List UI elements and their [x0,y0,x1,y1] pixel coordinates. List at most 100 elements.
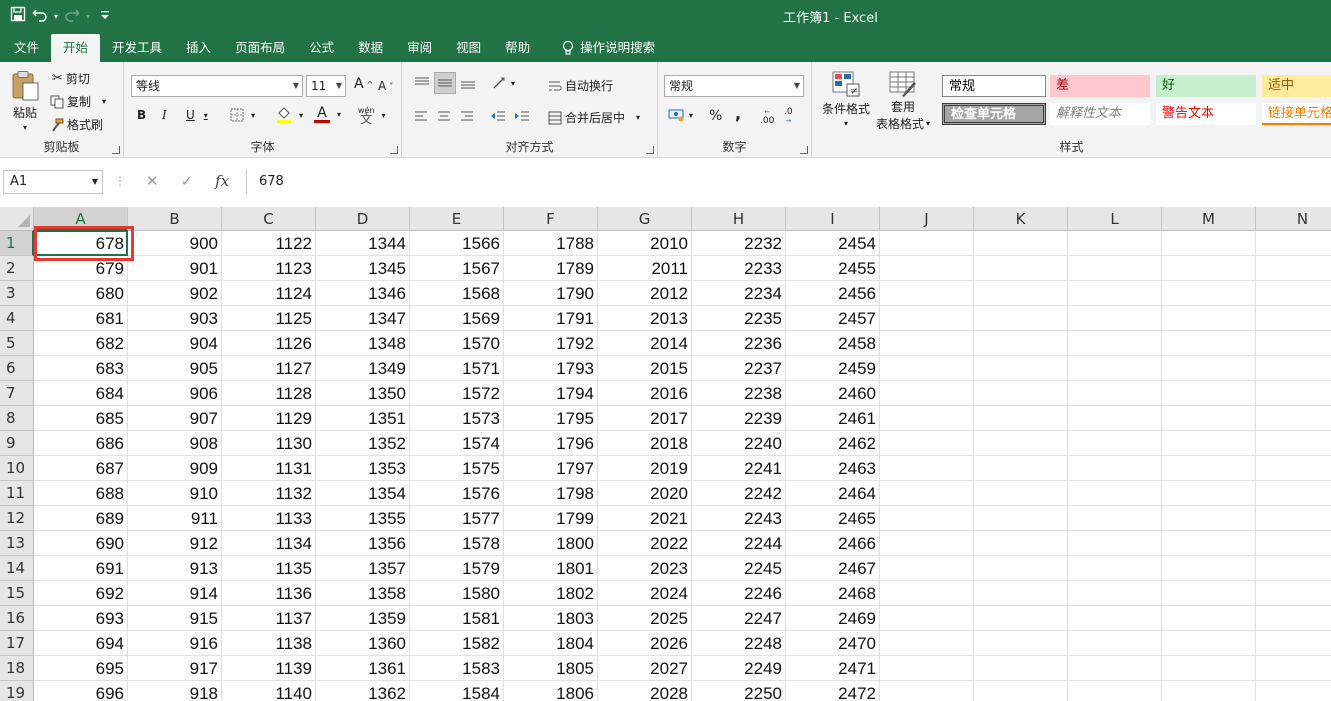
cell-d4[interactable]: 1347 [316,306,410,331]
cell-h8[interactable]: 2239 [692,406,786,431]
cell-e12[interactable]: 1577 [410,506,504,531]
row-header[interactable]: 19 [0,681,34,701]
cell-h2[interactable]: 2233 [692,256,786,281]
cell-c17[interactable]: 1138 [222,631,316,656]
cell-f17[interactable]: 1804 [504,631,598,656]
cell-f2[interactable]: 1789 [504,256,598,281]
cell-b5[interactable]: 904 [128,331,222,356]
format-as-table-button[interactable]: 套用 表格格式 ▾ [876,70,930,132]
cell-n11[interactable] [1256,481,1331,506]
row-header[interactable]: 2 [0,256,34,281]
cell-f1[interactable]: 1788 [504,231,598,256]
underline-button[interactable]: U ▾ [186,108,208,122]
cell-k6[interactable] [974,356,1068,381]
cell-c9[interactable]: 1130 [222,431,316,456]
cell-d19[interactable]: 1362 [316,681,410,701]
column-header-f[interactable]: F [504,207,598,231]
cell-h12[interactable]: 2243 [692,506,786,531]
cell-f16[interactable]: 1803 [504,606,598,631]
cell-l3[interactable] [1068,281,1162,306]
cell-d1[interactable]: 1344 [316,231,410,256]
alignment-launcher-icon[interactable] [646,146,654,154]
cell-f4[interactable]: 1791 [504,306,598,331]
orientation-dropdown-icon[interactable]: ▾ [511,79,515,88]
cell-e13[interactable]: 1578 [410,531,504,556]
column-header-h[interactable]: H [692,207,786,231]
tab-view[interactable]: 视图 [444,34,493,62]
underline-dropdown-icon[interactable]: ▾ [204,111,208,120]
cell-b16[interactable]: 915 [128,606,222,631]
format-table-dropdown-icon[interactable]: ▾ [926,119,930,128]
cell-e11[interactable]: 1576 [410,481,504,506]
fill-color-button[interactable]: ▾ [276,106,303,124]
cell-k19[interactable] [974,681,1068,701]
cell-f11[interactable]: 1798 [504,481,598,506]
row-header[interactable]: 11 [0,481,34,506]
cell-n2[interactable] [1256,256,1331,281]
cell-h11[interactable]: 2242 [692,481,786,506]
cell-g2[interactable]: 2011 [598,256,692,281]
cell-c19[interactable]: 1140 [222,681,316,701]
cell-c15[interactable]: 1136 [222,581,316,606]
cell-m17[interactable] [1162,631,1256,656]
font-size-combo[interactable]: 11 ▼ [306,75,346,97]
cell-b12[interactable]: 911 [128,506,222,531]
cell-i15[interactable]: 2468 [786,581,880,606]
cell-a17[interactable]: 694 [34,631,128,656]
cell-c16[interactable]: 1137 [222,606,316,631]
style-linked-cell[interactable]: 链接单元格 [1262,103,1331,125]
cell-l14[interactable] [1068,556,1162,581]
cell-c12[interactable]: 1133 [222,506,316,531]
cell-l10[interactable] [1068,456,1162,481]
italic-button[interactable]: I [162,108,167,122]
borders-dropdown-icon[interactable]: ▾ [251,111,255,120]
cell-g6[interactable]: 2015 [598,356,692,381]
row-header[interactable]: 1 [0,231,34,256]
cell-a13[interactable]: 690 [34,531,128,556]
cell-i12[interactable]: 2465 [786,506,880,531]
cell-b6[interactable]: 905 [128,356,222,381]
cell-l12[interactable] [1068,506,1162,531]
cell-d17[interactable]: 1360 [316,631,410,656]
comma-button[interactable]: , [735,104,741,123]
cell-b10[interactable]: 909 [128,456,222,481]
cell-n18[interactable] [1256,656,1331,681]
align-left-button[interactable] [414,110,428,122]
cell-h4[interactable]: 2235 [692,306,786,331]
cell-i6[interactable]: 2459 [786,356,880,381]
cell-h9[interactable]: 2240 [692,431,786,456]
cell-a10[interactable]: 687 [34,456,128,481]
cell-a8[interactable]: 685 [34,406,128,431]
cell-e17[interactable]: 1582 [410,631,504,656]
cell-j14[interactable] [880,556,974,581]
borders-button[interactable]: ▾ [230,108,255,122]
tab-file[interactable]: 文件 [2,34,51,62]
row-header[interactable]: 6 [0,356,34,381]
cell-b18[interactable]: 917 [128,656,222,681]
cell-k1[interactable] [974,231,1068,256]
row-header[interactable]: 4 [0,306,34,331]
cell-e19[interactable]: 1584 [410,681,504,701]
tab-help[interactable]: 帮助 [493,34,542,62]
conditional-format-button[interactable]: ≠ 条件格式 ▾ [822,70,870,128]
cell-k15[interactable] [974,581,1068,606]
cell-g8[interactable]: 2017 [598,406,692,431]
cell-a5[interactable]: 682 [34,331,128,356]
cell-i2[interactable]: 2455 [786,256,880,281]
cell-l16[interactable] [1068,606,1162,631]
phonetic-button[interactable]: wén 文 ▾ [358,106,386,125]
cell-n6[interactable] [1256,356,1331,381]
cell-a18[interactable]: 695 [34,656,128,681]
cell-k10[interactable] [974,456,1068,481]
row-header[interactable]: 15 [0,581,34,606]
style-bad[interactable]: 差 [1050,75,1150,97]
cell-f5[interactable]: 1792 [504,331,598,356]
cell-d3[interactable]: 1346 [316,281,410,306]
cell-n14[interactable] [1256,556,1331,581]
cell-l18[interactable] [1068,656,1162,681]
cell-k2[interactable] [974,256,1068,281]
cancel-icon[interactable]: ✕ [146,172,159,190]
grow-font-button[interactable]: A ^ [354,76,373,92]
cell-j17[interactable] [880,631,974,656]
tab-home[interactable]: 开始 [51,34,101,62]
